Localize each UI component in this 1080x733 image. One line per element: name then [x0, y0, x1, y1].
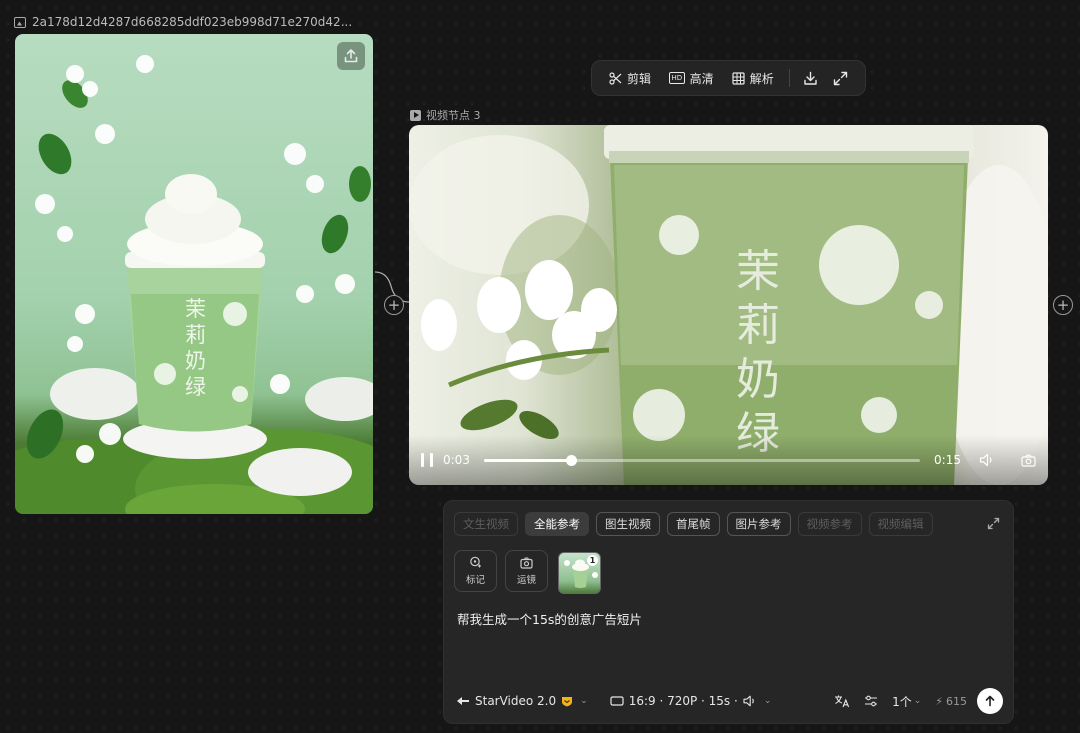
sliders-icon	[865, 695, 878, 707]
model-selector[interactable]: StarVideo 2.0 ⌄	[456, 694, 588, 708]
hd-icon: HD	[669, 72, 685, 84]
progress-fill	[483, 458, 572, 462]
pause-button[interactable]	[421, 453, 433, 467]
location-pin-icon	[470, 556, 481, 568]
spec-selector[interactable]: 16:9 · 720P · 15s · ⌄	[610, 694, 772, 708]
video-controls: 0:03 0:15	[409, 435, 1048, 485]
tab-first-last-frame[interactable]: 首尾帧	[667, 512, 720, 536]
image-node-title: 2a178d12d4287d668285ddf023eb998d71e270d4…	[14, 13, 352, 31]
chevron-down-icon: ⌄	[580, 696, 588, 706]
pause-icon	[421, 453, 424, 467]
cup-label-text: 茉莉奶绿	[185, 297, 206, 399]
video-icon	[410, 109, 421, 121]
thumbnail-index-badge: 1	[587, 555, 598, 566]
chevron-down-icon: ⌄	[763, 696, 772, 706]
tab-text-to-video[interactable]: 文生视频	[454, 512, 518, 536]
volume-button[interactable]	[979, 453, 995, 467]
cut-label: 剪辑	[627, 71, 652, 86]
video-toolbar: 剪辑 HD 高清 解析	[591, 60, 866, 96]
credits-value: 615	[946, 694, 967, 708]
product-image	[15, 55, 373, 514]
add-node-right-button[interactable]: +	[1053, 295, 1073, 315]
prompt-panel: 文生视频 全能参考 图生视频 首尾帧 图片参考 视频参考 视频编辑 标记 运镜	[443, 500, 1014, 724]
hd-button[interactable]: HD 高清	[662, 65, 721, 91]
tab-image-reference[interactable]: 图片参考	[726, 512, 791, 536]
upload-button[interactable]	[337, 42, 365, 70]
translate-icon	[835, 695, 850, 708]
plus-icon: +	[1056, 295, 1070, 314]
expand-icon	[987, 517, 999, 529]
video-cup-text: 茉莉奶绿	[736, 246, 780, 459]
camera-icon	[520, 556, 533, 569]
download-icon	[804, 71, 817, 85]
download-button[interactable]	[798, 65, 824, 91]
analyze-button[interactable]: 解析	[725, 65, 781, 91]
expand-icon	[834, 71, 848, 85]
camera-move-button[interactable]: 运镜	[505, 550, 548, 592]
image-icon	[14, 16, 26, 28]
model-logo-icon	[457, 697, 469, 705]
premium-badge-icon	[562, 696, 573, 706]
video-node-title: 视频节点 3	[410, 107, 481, 123]
tab-omni-reference[interactable]: 全能参考	[525, 512, 589, 536]
image-node-filename: 2a178d12d4287d668285ddf023eb998d71e270d4…	[32, 15, 353, 29]
screenshot-button[interactable]	[1021, 454, 1036, 467]
audio-icon	[743, 695, 754, 707]
generation-settings-bar: StarVideo 2.0 ⌄ 16:9 · 720P · 15s · ⌄ 1个…	[456, 688, 1003, 714]
prompt-input[interactable]: 帮我生成一个15s的创意广告短片	[457, 609, 642, 628]
model-name: StarVideo 2.0	[475, 694, 557, 708]
toolbar-divider	[788, 69, 790, 87]
mode-tabs: 文生视频 全能参考 图生视频 首尾帧 图片参考 视频参考 视频编辑	[454, 512, 933, 536]
send-button[interactable]	[977, 688, 1003, 714]
duration: 0:15	[934, 453, 961, 467]
add-node-left-button[interactable]: +	[384, 295, 404, 315]
cut-button[interactable]: 剪辑	[602, 65, 658, 91]
analyze-label: 解析	[749, 71, 774, 86]
reference-image-thumbnail[interactable]: 1	[558, 552, 601, 594]
tab-image-to-video[interactable]: 图生视频	[596, 512, 660, 536]
progress-bar[interactable]	[483, 454, 921, 466]
arrow-up-icon	[985, 695, 995, 707]
aspect-ratio-icon	[610, 696, 624, 706]
image-node-card[interactable]: 茉莉奶绿	[15, 34, 373, 514]
translate-button[interactable]	[834, 694, 850, 708]
tab-video-edit[interactable]: 视频编辑	[868, 512, 933, 536]
camera-icon	[1021, 454, 1036, 467]
mark-tool-label: 标记	[465, 575, 485, 586]
current-time: 0:03	[443, 453, 470, 467]
video-player[interactable]: 茉莉奶绿 0:03 0:15	[409, 125, 1048, 485]
plus-icon: +	[387, 295, 401, 314]
video-frame	[409, 125, 1048, 485]
right-tools: 1个 ⌄ ⚡ 615	[834, 688, 1003, 714]
count-selector[interactable]: 1个 ⌄	[892, 693, 921, 710]
upload-icon	[344, 49, 358, 63]
scissors-icon	[609, 71, 622, 85]
settings-button[interactable]	[864, 695, 878, 707]
lightning-icon: ⚡	[935, 694, 943, 708]
credits-display: ⚡ 615	[935, 695, 967, 708]
progress-knob[interactable]	[566, 454, 578, 466]
pause-icon-bar	[430, 453, 433, 467]
fullscreen-button[interactable]	[828, 65, 854, 91]
camera-move-label: 运镜	[516, 574, 536, 586]
chevron-down-icon: ⌄	[913, 696, 922, 706]
grid-icon	[732, 71, 745, 85]
expand-panel-button[interactable]	[983, 513, 1003, 533]
spec-text: 16:9 · 720P · 15s ·	[628, 694, 738, 708]
speaker-icon	[979, 453, 992, 467]
video-node-label: 视频节点 3	[426, 109, 481, 122]
count-text: 1个	[892, 694, 912, 709]
hd-label: 高清	[689, 71, 714, 86]
tab-video-reference[interactable]: 视频参考	[797, 512, 862, 536]
mark-tool-button[interactable]: 标记	[454, 550, 497, 592]
